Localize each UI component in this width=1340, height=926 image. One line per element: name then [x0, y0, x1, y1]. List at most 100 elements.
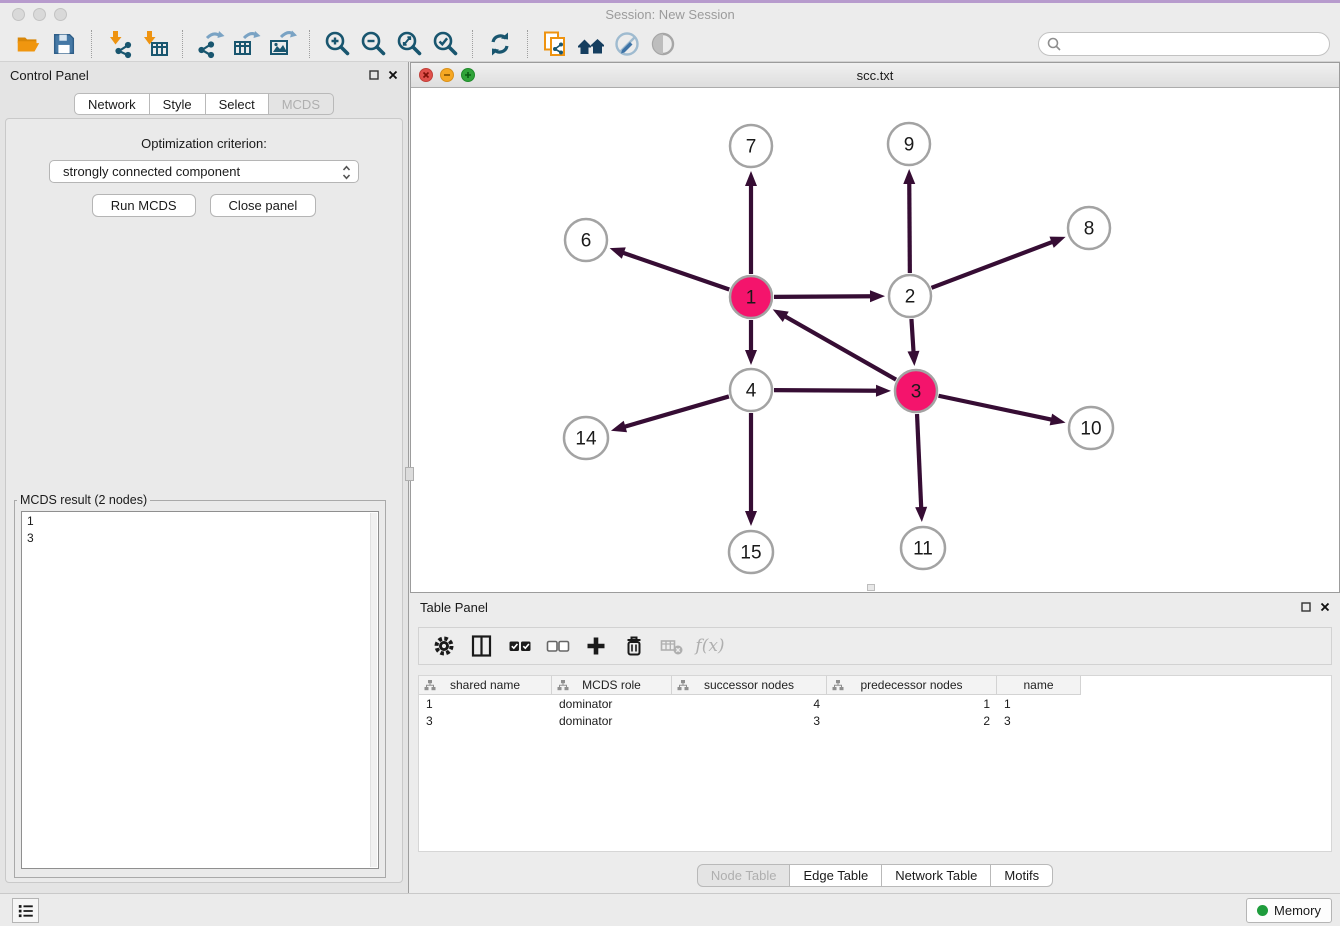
style-brush-button[interactable] [611, 29, 643, 59]
tab-edge-table[interactable]: Edge Table [790, 864, 882, 887]
graph-edge-1-2[interactable] [774, 296, 874, 297]
show-columns-button[interactable] [463, 631, 501, 661]
refresh-layout-button[interactable] [484, 29, 516, 59]
tab-node-table[interactable]: Node Table [697, 864, 791, 887]
delete-column-button[interactable] [615, 631, 653, 661]
run-mcds-button[interactable]: Run MCDS [92, 194, 196, 217]
column-header-label: successor nodes [704, 678, 794, 692]
checked-boxes-icon [507, 633, 533, 659]
graph-node-7[interactable]: 7 [730, 125, 772, 167]
table-row[interactable]: 1dominator411 [419, 695, 1331, 712]
graph-edge-2-3[interactable] [911, 319, 913, 355]
horizontal-splitter-grip[interactable] [867, 584, 875, 591]
minimize-window-button[interactable] [33, 8, 46, 21]
graph-node-14[interactable]: 14 [564, 417, 608, 459]
search-input[interactable] [1038, 32, 1330, 56]
graph-edge-3-1[interactable] [782, 315, 896, 380]
graph-node-15[interactable]: 15 [729, 531, 773, 573]
network-minimize-button[interactable] [440, 68, 454, 82]
tab-network-table[interactable]: Network Table [882, 864, 991, 887]
tab-mcds[interactable]: MCDS [269, 93, 334, 115]
result-scrollbar[interactable] [370, 513, 377, 867]
graph-node-label: 10 [1080, 419, 1101, 440]
graph-edge-arrowhead [903, 169, 915, 184]
unselect-all-columns-button[interactable] [539, 631, 577, 661]
graph-node-label: 9 [904, 135, 915, 156]
mcds-result-text[interactable]: 1 3 [21, 511, 379, 869]
graph-edge-arrowhead [915, 507, 927, 522]
houses-button[interactable] [575, 29, 607, 59]
close-panel-icon[interactable] [388, 68, 398, 83]
graph-edge-2-9[interactable] [909, 180, 910, 273]
graph-node-8[interactable]: 8 [1068, 207, 1110, 249]
graph-node-11[interactable]: 11 [901, 527, 945, 569]
graph-edge-4-3[interactable] [774, 390, 880, 391]
memory-button[interactable]: Memory [1246, 898, 1332, 923]
graph-edge-2-8[interactable] [932, 241, 1056, 288]
mcds-result-fieldset: MCDS result (2 nodes) 1 3 [14, 493, 386, 878]
delete-table-button[interactable] [653, 631, 691, 661]
tab-network[interactable]: Network [74, 93, 150, 115]
column-header-shared-name[interactable]: shared name [419, 676, 552, 695]
clone-network-button[interactable] [539, 29, 571, 59]
table-row[interactable]: 3dominator323 [419, 712, 1331, 729]
graph-edge-3-11[interactable] [917, 414, 921, 511]
main-toolbar [0, 27, 1340, 62]
network-maximize-button[interactable] [461, 68, 475, 82]
graph-node-2[interactable]: 2 [889, 275, 931, 317]
network-canvas[interactable]: 7 9 6 8 1 2 4 3 14 10 15 11 [411, 88, 1339, 592]
zoom-out-button[interactable] [357, 29, 389, 59]
column-type-icon [424, 680, 436, 691]
toolbar-separator [91, 30, 92, 58]
tab-style[interactable]: Style [150, 93, 206, 115]
table-settings-button[interactable] [425, 631, 463, 661]
eye-button[interactable] [647, 29, 679, 59]
close-panel-icon[interactable] [1320, 600, 1330, 615]
column-header-name[interactable]: name [997, 676, 1081, 695]
column-header-label: MCDS role [582, 678, 641, 692]
graph-edge-1-6[interactable] [620, 252, 729, 290]
table-cell: 3 [672, 712, 827, 729]
select-all-columns-button[interactable] [501, 631, 539, 661]
graph-node-1[interactable]: 1 [730, 276, 772, 318]
network-close-button[interactable] [419, 68, 433, 82]
import-network-button[interactable] [103, 29, 135, 59]
graph-edge-3-10[interactable] [939, 396, 1055, 421]
graph-node-4[interactable]: 4 [730, 369, 772, 411]
save-session-button[interactable] [48, 29, 80, 59]
task-history-button[interactable] [12, 898, 39, 923]
graph-node-label: 15 [740, 543, 761, 564]
graph-node-label: 2 [905, 287, 916, 308]
export-image-button[interactable] [266, 29, 298, 59]
criterion-select[interactable]: strongly connected component [49, 160, 359, 183]
eye-icon [648, 29, 678, 59]
graph-node-10[interactable]: 10 [1069, 407, 1113, 449]
graph-edge-4-14[interactable] [622, 396, 729, 427]
column-header-MCDS-role[interactable]: MCDS role [552, 676, 672, 695]
graph-node-label: 4 [746, 381, 757, 402]
close-panel-button[interactable]: Close panel [210, 194, 317, 217]
zoom-selected-button[interactable] [429, 29, 461, 59]
export-table-button[interactable] [230, 29, 262, 59]
graph-node-9[interactable]: 9 [888, 123, 930, 165]
column-header-successor-nodes[interactable]: successor nodes [672, 676, 827, 695]
graph-node-3[interactable]: 3 [895, 370, 937, 412]
zoom-in-button[interactable] [321, 29, 353, 59]
tab-motifs[interactable]: Motifs [991, 864, 1053, 887]
maximize-window-button[interactable] [54, 8, 67, 21]
export-network-button[interactable] [194, 29, 226, 59]
create-column-button[interactable] [577, 631, 615, 661]
control-panel: Control Panel Network Style Select MCDS … [0, 62, 409, 893]
zoom-fit-button[interactable] [393, 29, 425, 59]
tab-select[interactable]: Select [206, 93, 269, 115]
open-session-button[interactable] [12, 29, 44, 59]
graph-node-6[interactable]: 6 [565, 219, 607, 261]
export-table-icon [231, 29, 261, 59]
float-panel-icon[interactable] [369, 68, 379, 83]
window-controls [12, 8, 67, 21]
function-builder-button[interactable]: f(x) [691, 631, 729, 661]
import-table-button[interactable] [139, 29, 171, 59]
float-panel-icon[interactable] [1301, 600, 1311, 615]
column-header-predecessor-nodes[interactable]: predecessor nodes [827, 676, 997, 695]
close-window-button[interactable] [12, 8, 25, 21]
